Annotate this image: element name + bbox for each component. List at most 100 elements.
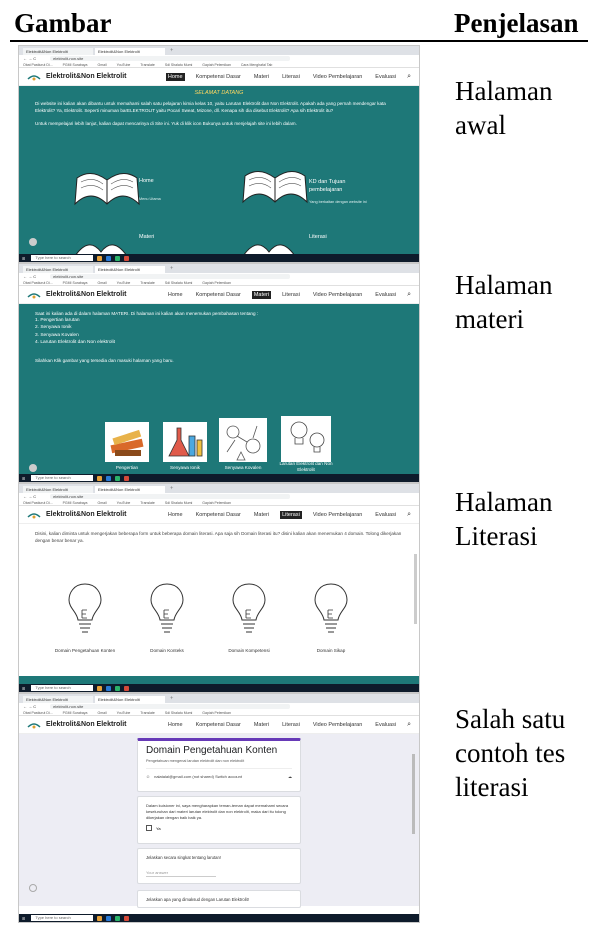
site-brand[interactable]: Elektrolit&Non Elektrolit	[46, 291, 127, 298]
lightbulb-icon[interactable]	[147, 580, 187, 636]
url-field[interactable]: elektrolit-non.site	[50, 56, 291, 61]
taskbar-app-icon[interactable]	[97, 915, 103, 921]
consent-checkbox[interactable]	[146, 825, 152, 831]
taskbar-app-icon[interactable]	[124, 685, 130, 691]
book-materi-icon[interactable]	[71, 230, 131, 256]
new-tab-icon[interactable]: +	[167, 48, 173, 55]
domain-label[interactable]: Domain Sikap	[291, 648, 371, 653]
bookmark[interactable]: Gapiah Pelemikan	[202, 63, 231, 67]
bookmark[interactable]: Sdi Shalatu Mumi	[165, 281, 192, 285]
taskbar-search[interactable]: Type here to search	[31, 685, 94, 691]
nav-video[interactable]: Video Pembelajaran	[311, 511, 364, 519]
bookmark[interactable]: Gapiah Pelemikan	[202, 281, 231, 285]
nav-kompetensi[interactable]: Kompetensi Dasar	[194, 721, 243, 729]
bookmark[interactable]: PGMI Surabaya	[63, 711, 88, 715]
thumb-pengertian[interactable]	[105, 422, 149, 462]
domain-label[interactable]: Domain Kompetensi	[209, 648, 289, 653]
browser-tab[interactable]: Elektrolit&Non Elektrolit	[23, 486, 93, 493]
bookmark[interactable]: Translate	[140, 711, 154, 715]
bookmark[interactable]: PGMI Surabaya	[63, 63, 88, 67]
taskbar-app-icon[interactable]	[124, 475, 130, 481]
lightbulb-icon[interactable]	[65, 580, 105, 636]
search-icon[interactable]: ⌕	[407, 721, 411, 729]
site-brand[interactable]: Elektrolit&Non Elektrolit	[46, 73, 127, 80]
bookmark[interactable]: YouTube	[117, 711, 131, 715]
book-kd-icon[interactable]	[239, 164, 311, 208]
card-kd[interactable]: KD dan Tujuan pembelajaran	[309, 178, 369, 194]
domain-label[interactable]: Domain Pengetahuan Konten	[45, 648, 125, 653]
search-icon[interactable]: ⌕	[407, 73, 411, 81]
url-field[interactable]: elektrolit-non.site	[50, 704, 291, 709]
taskbar-app-icon[interactable]	[97, 255, 103, 261]
browser-tab-active[interactable]: Elektrolit&Non Elektrolit	[95, 266, 165, 273]
new-tab-icon[interactable]: +	[167, 696, 173, 703]
bookmark[interactable]: Obat Pastiurut Di...	[23, 63, 53, 67]
bookmark[interactable]: Sdi Shalatu Mumi	[165, 711, 192, 715]
nav-materi[interactable]: Materi	[251, 290, 272, 299]
nav-home[interactable]: Home	[166, 511, 185, 519]
nav-home[interactable]: Home	[165, 72, 185, 81]
nav-arrows-icon[interactable]: ← → C	[23, 274, 36, 279]
taskbar-app-icon[interactable]	[115, 475, 121, 481]
bookmark[interactable]: Translate	[140, 63, 154, 67]
nav-kompetensi[interactable]: Kompetensi Dasar	[194, 73, 243, 81]
bookmark[interactable]: Cara Menghafal Tab	[241, 63, 272, 67]
nav-evaluasi[interactable]: Evaluasi	[373, 511, 398, 519]
nav-video[interactable]: Video Pembelajaran	[311, 73, 364, 81]
url-field[interactable]: elektrolit-non.site	[50, 274, 291, 279]
bookmark[interactable]: PGMI Surabaya	[63, 281, 88, 285]
taskbar-app-icon[interactable]	[106, 685, 112, 691]
bookmark[interactable]: Sdi Shalatu Mumi	[165, 501, 192, 505]
thumb-senyawa-kovalen[interactable]	[219, 418, 267, 462]
bookmark[interactable]: Gmail	[97, 281, 106, 285]
windows-start-icon[interactable]: ⊞	[22, 916, 25, 921]
taskbar-app-icon[interactable]	[124, 915, 130, 921]
new-tab-icon[interactable]: +	[167, 486, 173, 493]
card-materi[interactable]: Materi	[139, 234, 154, 240]
lightbulb-icon[interactable]	[229, 580, 269, 636]
bookmark[interactable]: Gmail	[97, 711, 106, 715]
nav-materi[interactable]: Materi	[252, 511, 271, 519]
browser-tab[interactable]: Elektrolit&Non Elektrolit	[23, 696, 93, 703]
nav-arrows-icon[interactable]: ← → C	[23, 56, 36, 61]
bookmark[interactable]: Gapiah Pelemikan	[202, 711, 231, 715]
browser-tab-active[interactable]: Elektrolit&Non Elektrolit	[95, 48, 165, 55]
search-icon[interactable]: ⌕	[407, 511, 411, 519]
nav-materi[interactable]: Materi	[252, 721, 271, 729]
taskbar-app-icon[interactable]	[115, 685, 121, 691]
taskbar-search[interactable]: Type here to search	[31, 475, 94, 481]
nav-evaluasi[interactable]: Evaluasi	[373, 291, 398, 299]
bookmark[interactable]: Sdi Shalatu Mumi	[165, 63, 192, 67]
bookmark[interactable]: Translate	[140, 281, 154, 285]
nav-literasi[interactable]: Literasi	[280, 291, 302, 299]
nav-video[interactable]: Video Pembelajaran	[311, 721, 364, 729]
nav-kompetensi[interactable]: Kompetensi Dasar	[194, 511, 243, 519]
thumb-larutan[interactable]	[281, 416, 331, 462]
nav-materi[interactable]: Materi	[252, 73, 271, 81]
book-literasi-icon[interactable]	[239, 230, 299, 256]
scrollbar[interactable]	[414, 554, 417, 624]
lightbulb-icon[interactable]	[311, 580, 351, 636]
scrollbar[interactable]	[412, 754, 415, 834]
nav-literasi[interactable]: Literasi	[280, 721, 302, 729]
windows-start-icon[interactable]: ⊞	[22, 256, 25, 261]
bookmark[interactable]: Obat Pastiurut Di...	[23, 281, 53, 285]
taskbar-app-icon[interactable]	[115, 255, 121, 261]
floating-info-icon[interactable]	[29, 884, 37, 892]
bookmark[interactable]: YouTube	[117, 63, 131, 67]
thumb-senyawa-ionik[interactable]	[163, 422, 207, 462]
nav-arrows-icon[interactable]: ← → C	[23, 704, 36, 709]
browser-tab[interactable]: Elektrolit&Non Elektrolit	[23, 266, 93, 273]
bookmark[interactable]: Obat Pastiurut Di...	[23, 501, 53, 505]
nav-literasi[interactable]: Literasi	[280, 73, 302, 81]
site-brand[interactable]: Elektrolit&Non Elektrolit	[46, 511, 127, 518]
nav-kompetensi[interactable]: Kompetensi Dasar	[194, 291, 243, 299]
form-account[interactable]: nalatalal@gmail.com (not shared) Switch …	[154, 774, 242, 779]
nav-arrows-icon[interactable]: ← → C	[23, 494, 36, 499]
bookmark[interactable]: PGMI Surabaya	[63, 501, 88, 505]
nav-video[interactable]: Video Pembelajaran	[311, 291, 364, 299]
nav-evaluasi[interactable]: Evaluasi	[373, 721, 398, 729]
taskbar-search[interactable]: Type here to search	[31, 255, 94, 261]
bookmark[interactable]: Gmail	[97, 501, 106, 505]
bookmark[interactable]: Gapiah Pelemikan	[202, 501, 231, 505]
